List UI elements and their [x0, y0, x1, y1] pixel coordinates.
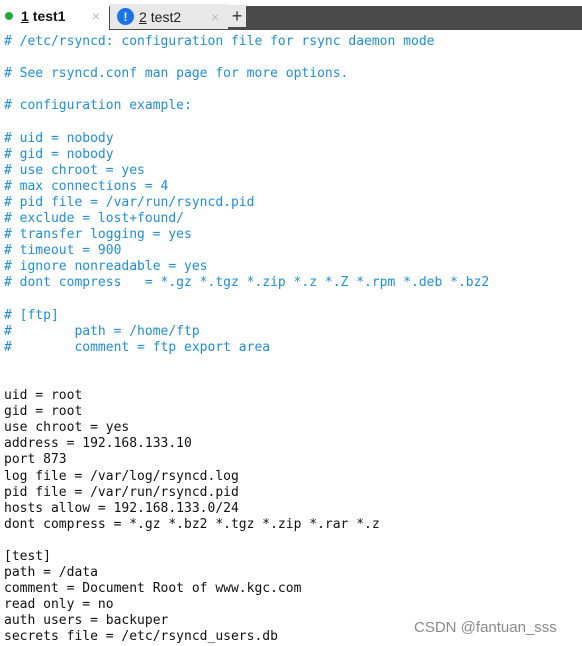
tab-number: 2	[139, 8, 147, 25]
tab-bar: 1 test1 × ! 2 test2 × +	[0, 0, 582, 30]
close-icon[interactable]: ×	[211, 9, 219, 25]
config-line: dont compress = *.gz *.bz2 *.tgz *.zip *…	[4, 516, 380, 532]
new-tab-button[interactable]: +	[228, 5, 246, 27]
config-line: [test]	[4, 549, 51, 564]
tab-label: test1	[32, 8, 66, 24]
config-line: gid = root	[4, 404, 83, 420]
config-line: hosts allow = 192.168.133.0/24	[4, 500, 239, 516]
comment-line: # pid file = /var/run/rsyncd.pid	[4, 194, 255, 210]
watermark: CSDN @fantuan_sss	[414, 619, 557, 636]
comment-line: # dont compress = *.gz *.tgz *.zip *.z *…	[4, 275, 490, 291]
config-line	[4, 533, 578, 549]
tab-test2[interactable]: ! 2 test2 ×	[110, 4, 228, 29]
terminal-editor[interactable]: # /etc/rsyncd: configuration file for rs…	[4, 34, 578, 646]
tab-number: 1	[21, 8, 29, 24]
comment-line: # exclude = lost+found/	[4, 211, 185, 227]
config-line: port 873	[4, 452, 67, 468]
config-line: comment = Document Root of www.kgc.com	[4, 581, 302, 597]
config-line: use chroot = yes	[4, 420, 130, 436]
config-line	[4, 114, 578, 130]
config-line: log file = /var/log/rsyncd.log	[4, 468, 239, 484]
config-line: pid file = /var/run/rsyncd.pid	[4, 484, 239, 500]
comment-line: # [ftp]	[4, 307, 59, 323]
config-line	[4, 82, 578, 98]
connected-status-icon	[5, 12, 13, 20]
comment-line: # transfer logging = yes	[4, 227, 192, 243]
config-line	[4, 372, 578, 388]
comment-line: # /etc/rsyncd: configuration file for rs…	[4, 34, 435, 49]
comment-line: # comment = ftp export area	[4, 339, 271, 355]
tab-test1[interactable]: 1 test1 ×	[0, 2, 109, 30]
config-line: uid = root	[4, 388, 83, 404]
comment-line: # uid = nobody	[4, 130, 114, 146]
config-line	[4, 50, 578, 66]
comment-line: # timeout = 900	[4, 243, 122, 259]
comment-line: # max connections = 4	[4, 178, 169, 194]
config-line: read only = no	[4, 597, 114, 613]
config-line	[4, 356, 578, 372]
comment-line: # ignore nonreadable = yes	[4, 259, 208, 275]
config-line: address = 192.168.133.10	[4, 436, 192, 452]
tab-label: test2	[150, 8, 182, 25]
close-icon[interactable]: ×	[92, 8, 100, 24]
warning-icon: !	[117, 8, 134, 25]
config-line	[4, 292, 578, 308]
config-line: path = /data	[4, 565, 98, 581]
comment-line: # path = /home/ftp	[4, 323, 200, 339]
comment-line: # use chroot = yes	[4, 162, 145, 178]
comment-line: # configuration example:	[4, 98, 192, 114]
comment-line: # See rsyncd.conf man page for more opti…	[4, 66, 349, 82]
comment-line: # gid = nobody	[4, 146, 114, 162]
